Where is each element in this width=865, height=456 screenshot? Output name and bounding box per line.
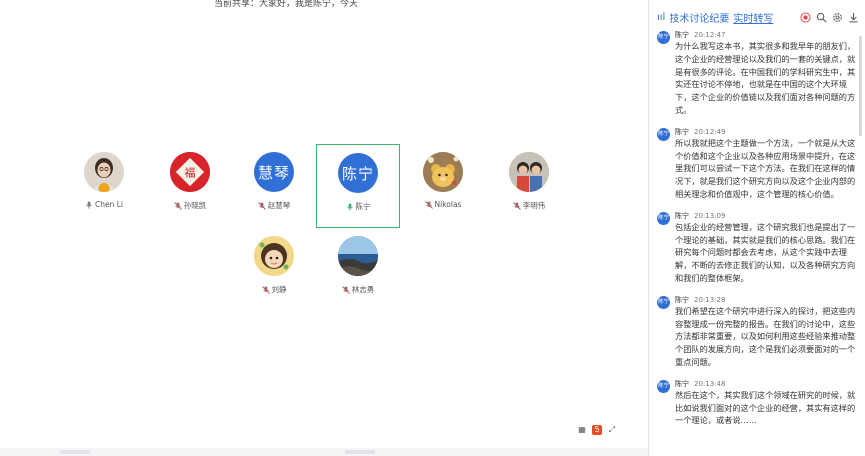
participant-name: 李明伟 [522,201,546,210]
html5-icon[interactable]: 5 [592,425,602,435]
transcript-text: 为什么我写这本书，其实很多和我早年的朋友们，这个企业的经营理论以及我们的一套的关… [675,41,856,115]
grid-icon[interactable]: ▦ [577,425,587,435]
bottom-bar-segment [60,450,90,454]
mic-muted-icon [512,201,521,210]
panel-scrollbar[interactable] [859,36,862,136]
participant-tile-3[interactable]: 慧琴 赵慧琴 [232,152,316,211]
stage-toolbar: ▦ 5 ⤢ [577,425,617,435]
participant-tile-6[interactable]: 李明伟 [487,152,571,211]
timestamp: 20:13:09 [694,211,726,220]
participant-tile-8[interactable]: 林志勇 [316,236,400,295]
transcript-entry: 陈宁 陈宁 20:12:47 为什么我写这本书，其实很多和我早年的朋友们，这个企业… [657,30,857,117]
transcript-entry: 陈宁 陈宁 20:13:48 然后在这个，其实我们这个领域在研究的时候，就比如说我… [657,379,857,427]
speaker-name: 陈宁 [675,31,689,39]
record-icon[interactable] [799,11,811,23]
avatar [423,152,463,192]
speaker-avatar: 陈宁 [657,379,670,393]
svg-text:福: 福 [185,166,196,180]
transcript-entry: 陈宁 陈宁 20:13:28 我们希望在这个研究中进行深入的探讨，把这些内容整理成… [657,295,857,369]
participant-name: 孙晓凯 [183,201,207,210]
avatar: 陈宁 [338,153,378,193]
transcript-entry: 陈宁 陈宁 20:12:49 所以我就把这个主题做一个方法，一个就是从大这个价值和… [657,127,857,201]
participant-name: 赵慧琴 [267,201,291,210]
transcript-list: 陈宁 陈宁 20:12:47 为什么我写这本书，其实很多和我早年的朋友们，这个企业… [657,30,857,437]
mic-muted-icon [424,200,433,209]
participant-tile-active-speaker[interactable]: 陈宁 陈宁 [316,144,400,228]
speaker-avatar: 陈宁 [657,295,670,309]
sea-photo-icon [338,236,378,276]
mic-muted-icon [341,285,350,294]
mic-muted-icon [173,201,182,210]
speaker-name: 陈宁 [675,127,689,136]
participant-name: Chen Li [94,200,123,209]
participant-name: 刘静 [271,285,287,294]
host-badge-icon [98,183,110,192]
transcript-entry: 陈宁 陈宁 20:13:09 包括企业的经营管理，这个研究我们也是提出了一个理论的… [657,211,857,285]
speaker-name: 陈宁 [675,211,689,220]
speaker-avatar: 陈宁 [657,31,670,44]
avatar: 福 [170,152,210,192]
transcript-text: 然后在这个，其实我们这个领域在研究的时候，就比如说我们面对的这个企业的经营，其实… [675,389,856,426]
participant-tile-5[interactable]: Nikolas [401,152,485,209]
panel-title: 技术讨论纪要 [669,13,730,25]
participant-name: 陈宁 [355,202,371,211]
mic-muted-icon [261,285,270,294]
speaker-name: 陈宁 [675,379,689,388]
panel-title-link[interactable]: 实时转写 [733,10,773,25]
transcript-panel: ııl 技术讨论纪要 实时转写 陈宁 陈宁 20:12:47 为什么我写这本书，其… [648,0,865,456]
avatar [509,152,549,192]
timestamp: 20:12:49 [694,127,726,136]
transcript-text: 所以我就把这个主题做一个方法，一个就是从大这个价值和这个企业以及各种应用场景中提… [675,137,856,199]
panel-header: ııl 技术讨论纪要 实时转写 [649,0,865,34]
avatar [254,236,294,276]
participant-name: Nikolas [434,200,462,209]
mic-speaking-icon [346,203,354,211]
timestamp: 20:13:48 [694,379,726,388]
kids-photo-icon [509,152,549,192]
avatar [84,152,124,192]
speaker-avatar: 陈宁 [657,127,670,141]
participant-tile-chen-li[interactable]: Chen Li [62,152,146,209]
cartoon-girl-icon [254,236,294,276]
mic-muted-icon [257,201,266,210]
transcript-text: 我们希望在这个研究中进行深入的探讨，把这些内容整理成一份完整的报告。在我们的讨论… [675,305,856,367]
transcript-text: 包括企业的经营管理，这个研究我们也是提出了一个理论的基础，其实就是我们的核心思路… [675,221,856,283]
bottom-bar [0,448,648,456]
participant-tile-2[interactable]: 福 孙晓凯 [148,152,232,211]
video-stage: 当前共享：大家好，我是陈宁，今天 Chen Li 福 孙晓凯 慧琴 赵慧琴 陈宁… [0,0,648,456]
avatar: 慧琴 [254,152,294,192]
sharing-caption: 当前共享：大家好，我是陈宁，今天 [214,0,359,9]
participant-tile-7[interactable]: 刘静 [232,236,316,295]
timestamp: 20:13:28 [694,295,726,304]
waveform-icon: ııl [657,11,666,23]
participant-name: 林志勇 [351,285,375,294]
mic-icon [85,201,93,209]
settings-icon[interactable] [831,11,843,23]
avatar [338,236,378,276]
speaker-name: 陈宁 [675,295,689,304]
speaker-avatar: 陈宁 [657,211,670,225]
bottom-bar-segment [345,450,375,454]
timestamp: 20:12:47 [694,31,726,39]
fu-character-icon: 福 [170,152,210,192]
download-icon[interactable] [847,11,859,23]
search-icon[interactable] [815,11,827,23]
bear-photo-icon [423,152,463,192]
meeting-window: 当前共享：大家好，我是陈宁，今天 Chen Li 福 孙晓凯 慧琴 赵慧琴 陈宁… [0,0,865,456]
expand-icon[interactable]: ⤢ [607,425,617,435]
